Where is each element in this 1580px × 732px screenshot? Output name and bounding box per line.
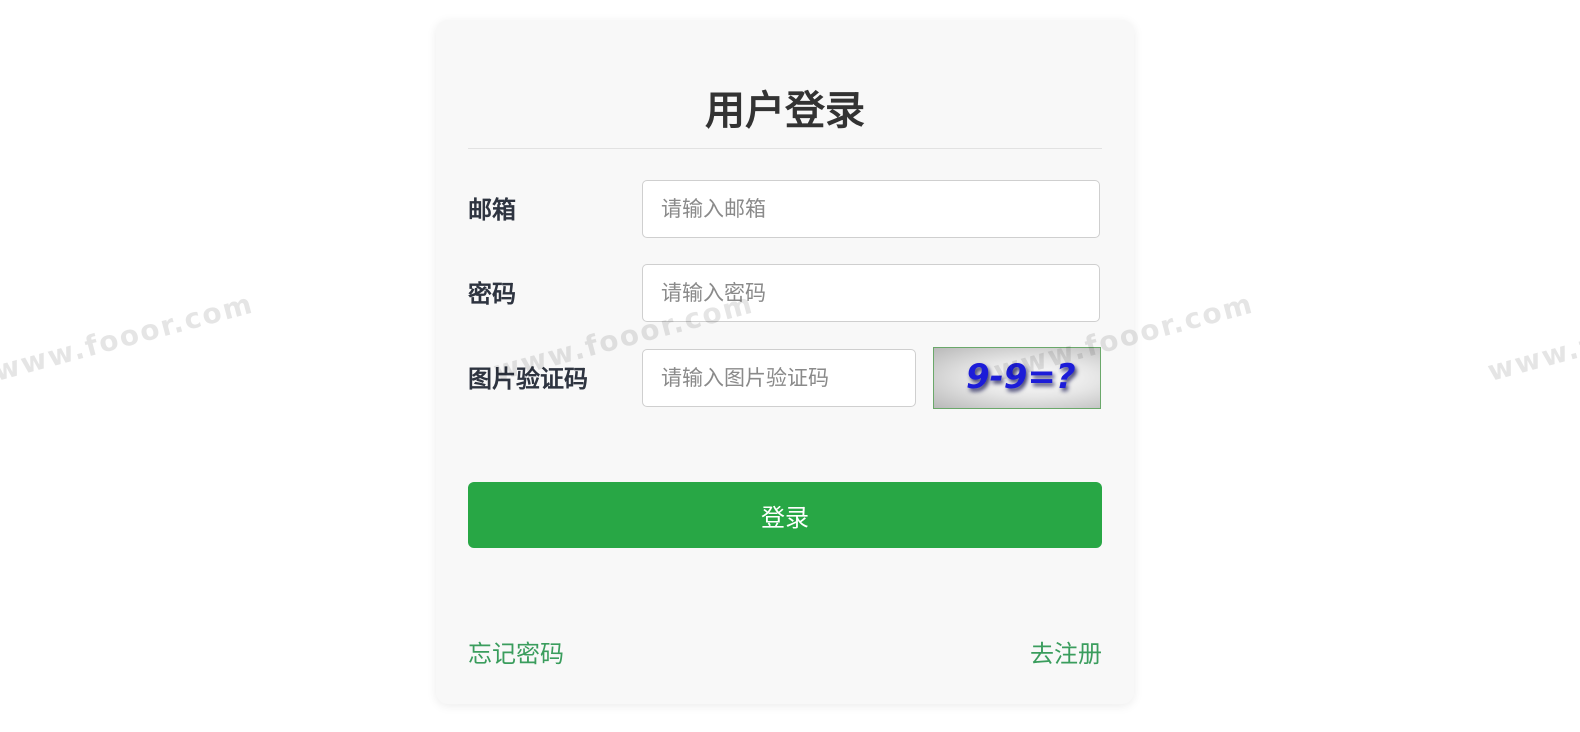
captcha-field[interactable] [642,349,916,407]
watermark-1: www.fooor.com [0,286,258,388]
password-row: 密码 [468,264,1102,324]
password-field[interactable] [642,264,1100,322]
watermark-4: www.fooor.com [1484,286,1580,388]
page-title: 用户登录 [468,84,1102,149]
captcha-svg: 9-9=? [966,357,1076,397]
email-label: 邮箱 [468,196,516,224]
captcha-text: 9-9=? [966,357,1076,397]
email-row: 邮箱 [468,180,1102,240]
email-field[interactable] [642,180,1100,238]
login-card: 用户登录 邮箱 密码 图片验证码 9-9=? [436,20,1134,704]
captcha-label: 图片验证码 [468,365,588,393]
password-label: 密码 [468,280,516,308]
register-link[interactable]: 去注册 [1030,636,1102,672]
forgot-password-link[interactable]: 忘记密码 [468,636,564,672]
captcha-row: 图片验证码 9-9=? [468,347,1102,409]
captcha-image[interactable]: 9-9=? [933,347,1101,409]
login-button[interactable]: 登录 [468,482,1102,548]
